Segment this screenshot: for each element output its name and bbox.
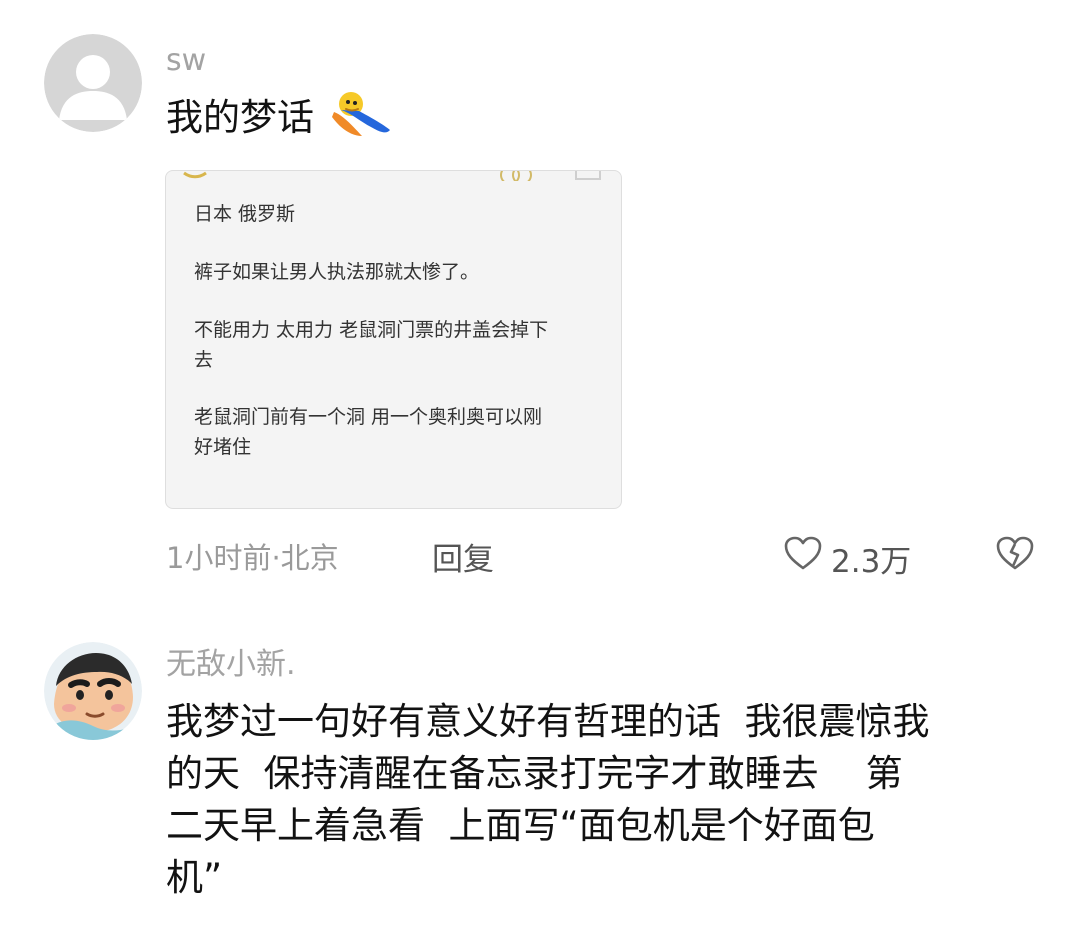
comment-1: sw 我的梦话 日本 俄罗斯 裤子如果让男人执法那就太惨了。 不能用力 太用力 … [0,0,1080,600]
comment-text: 我的梦话 [166,96,314,139]
username[interactable]: 无敌小新. [166,650,296,680]
broken-heart-icon[interactable] [995,535,1035,571]
reply-button[interactable]: 回复 [432,534,494,579]
memo-top-strip [183,171,601,181]
memo-line: 日本 俄罗斯 [194,203,296,225]
default-avatar-icon[interactable] [44,34,142,132]
sleeping-emoji-icon [328,89,392,143]
like-count: 2.3万 [831,544,912,580]
heart-outline-icon[interactable] [783,535,823,571]
username[interactable]: sw [166,46,206,76]
memo-line: 裤子如果让男人执法那就太惨了。 [194,261,480,283]
comment-actions: 1小时前·北京 回复 2.3万 [0,530,1080,580]
crayon-shin-chan-avatar[interactable] [44,642,142,740]
comment-2: 无敌小新. 我梦过一句好有意义好有哲理的话 我很震惊我 的天 保持清醒在备忘录打… [0,600,1080,934]
memo-screenshot: 日本 俄罗斯 裤子如果让男人执法那就太惨了。 不能用力 太用力 老鼠洞门票的井盖… [165,170,622,509]
time-location: 1小时前·北京 [166,541,339,575]
comment-text: 我梦过一句好有意义好有哲理的话 我很震惊我 的天 保持清醒在备忘录打完字才敢睡去… [166,700,930,899]
memo-line: 老鼠洞门前有一个洞 用一个奥利奥可以刚 好堵住 [194,406,543,458]
memo-line: 不能用力 太用力 老鼠洞门票的井盖会掉下 去 [194,319,549,371]
